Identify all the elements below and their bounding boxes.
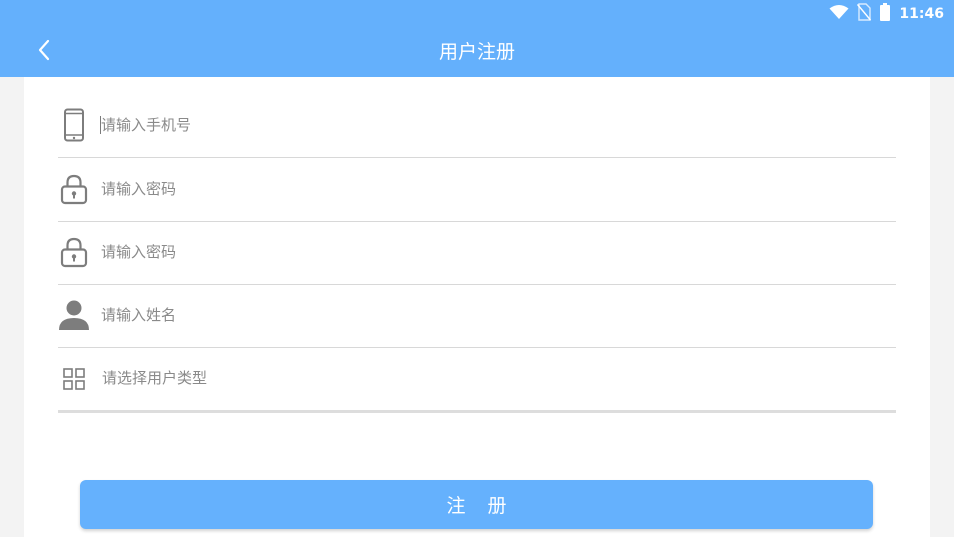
grid-icon [58,361,90,397]
person-icon [58,297,90,333]
password-row [58,157,896,222]
user-type-select[interactable]: 请选择用户类型 [102,347,207,410]
status-bar: 11:46 [829,3,944,25]
phone-row [58,93,896,158]
app-header: 11:46 用户注册 [0,0,954,77]
confirm-password-input[interactable] [101,230,881,274]
name-row [58,283,896,348]
register-form-card: 请选择用户类型 [24,77,930,537]
phone-icon [58,107,90,143]
status-time: 11:46 [899,6,944,22]
battery-icon [879,3,891,25]
lock-icon [58,234,90,270]
register-button[interactable]: 注册 [80,480,873,529]
page-title: 用户注册 [438,41,515,63]
no-sim-icon [857,3,872,25]
confirm-password-row [58,220,896,285]
wifi-icon [829,4,849,24]
user-type-row[interactable]: 请选择用户类型 [58,347,896,413]
password-input[interactable] [101,167,881,211]
name-input[interactable] [101,293,881,337]
phone-input[interactable] [101,103,881,147]
lock-icon [58,171,90,207]
